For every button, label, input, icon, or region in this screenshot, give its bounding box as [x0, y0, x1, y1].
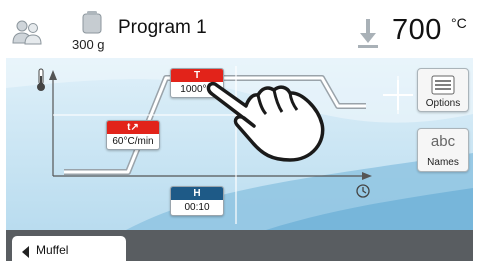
- plus-icon[interactable]: [381, 76, 415, 114]
- names-button[interactable]: abc Names: [417, 128, 469, 172]
- muffel-back-tab-label: Muffel: [36, 243, 69, 257]
- clock-icon: [356, 184, 370, 198]
- temperature-value: 700: [392, 14, 442, 46]
- device-frame: 300 g Program 1 700 °C t↗ 60°C/min T 100…: [0, 0, 479, 267]
- names-button-label: Names: [427, 157, 459, 168]
- heating-rate-step[interactable]: t↗ 60°C/min: [106, 120, 160, 150]
- muffel-back-tab[interactable]: Muffel: [12, 236, 126, 261]
- hold-time-step[interactable]: H 00:10: [170, 186, 224, 216]
- list-options-icon: [431, 75, 455, 95]
- footer-bar: Muffel: [6, 230, 473, 261]
- names-abc-icon: abc: [430, 133, 456, 150]
- touch-screen: 300 g Program 1 700 °C t↗ 60°C/min T 100…: [6, 6, 473, 261]
- hold-time-step-label: H: [171, 187, 223, 200]
- user-group-icon[interactable]: [12, 18, 44, 46]
- pointing-hand-icon: [206, 81, 325, 162]
- heating-rate-step-label: t↗: [107, 121, 159, 134]
- program-title[interactable]: Program 1: [118, 17, 207, 39]
- thermometer-icon: [37, 68, 45, 91]
- firing-curve-area: t↗ 60°C/min T 1000°C H 00:10 Options abc…: [6, 58, 473, 230]
- header-bar: 300 g Program 1 700 °C: [6, 6, 473, 58]
- temperature-down-icon: [358, 19, 378, 48]
- back-arrow-icon: [22, 246, 29, 258]
- temperature-unit: °C: [451, 15, 467, 31]
- options-button[interactable]: Options: [417, 68, 469, 112]
- options-button-label: Options: [425, 98, 461, 109]
- weight-label: 300 g: [72, 37, 105, 52]
- hold-time-step-value: 00:10: [184, 202, 210, 213]
- heating-rate-step-value: 60°C/min: [112, 136, 154, 147]
- weight-icon: [82, 11, 102, 34]
